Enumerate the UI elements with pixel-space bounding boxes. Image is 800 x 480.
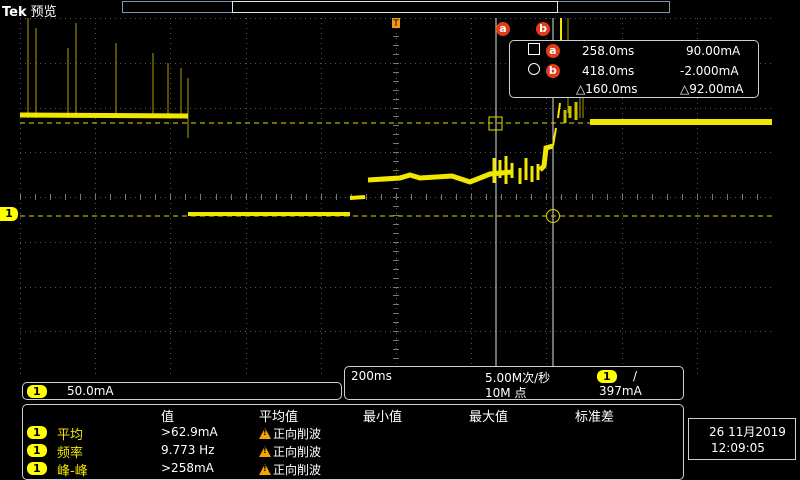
ch1-scale-panel[interactable]: 1 50.0mA <box>22 382 342 400</box>
row1-ch-badge: 1 <box>27 426 47 439</box>
row3-ch-badge: 1 <box>27 462 47 475</box>
trigger-slope-icon: / <box>633 369 638 383</box>
svg-text:T: T <box>392 19 399 29</box>
measurement-panel[interactable]: 值 平均值 最小值 最大值 标准差 1 平均 >62.9mA 正向削波 1 频率… <box>22 404 684 480</box>
cursor-a-value: 90.00mA <box>686 44 741 58</box>
cursor-b-row: b <box>528 63 560 78</box>
trigger-position-marker[interactable]: T <box>392 18 400 29</box>
trigger-level: 397mA <box>599 384 642 398</box>
row1-status-text: 正向削波 <box>273 427 322 441</box>
header-mean: 平均值 <box>259 410 299 425</box>
cursor-delta-value: △92.00mA <box>680 82 744 96</box>
datetime-panel[interactable]: 26 11月2019 12:09:05 <box>688 418 796 460</box>
row3-status-text: 正向削波 <box>273 463 322 477</box>
header-max: 最大值 <box>469 410 509 425</box>
warning-icon <box>259 428 271 439</box>
cursor-b-tag[interactable]: b <box>536 22 550 36</box>
row3-name: 峰-峰 <box>57 464 88 479</box>
cursor-a-time: 258.0ms <box>582 44 635 58</box>
date-label: 26 11月2019 <box>709 425 786 439</box>
ch1-scale-value: 50.0mA <box>67 384 114 398</box>
cursor-delta-time: △160.0ms <box>576 82 638 96</box>
row1-value: >62.9mA <box>161 425 218 439</box>
header-min: 最小值 <box>363 410 403 425</box>
time-label: 12:09:05 <box>711 441 765 455</box>
warning-icon <box>259 446 271 457</box>
header-stddev: 标准差 <box>575 410 615 425</box>
circle-icon <box>528 63 540 75</box>
row2-status-text: 正向削波 <box>273 445 322 459</box>
row1-name: 平均 <box>57 428 84 443</box>
top-bar: Tek 预览 <box>0 0 800 20</box>
cursor-b-time: 418.0ms <box>582 64 635 78</box>
cursor-a-tag-label: a <box>499 22 507 35</box>
cursor-readout-panel[interactable]: a 258.0ms 90.00mA b 418.0ms -2.000mA △16… <box>509 40 759 98</box>
cursor-a-tag[interactable]: a <box>496 22 510 36</box>
cursor-b-badge: b <box>545 64 560 78</box>
row2-name: 频率 <box>57 446 84 461</box>
ch1-ground-marker[interactable]: 1 <box>0 207 18 221</box>
row3-value: >258mA <box>161 461 214 475</box>
cursor-b-value: -2.000mA <box>680 64 739 78</box>
horizontal-trigger-panel[interactable]: 200ms 5.00M次/秒 10M 点 1 / 397mA <box>344 366 684 400</box>
trigger-source-badge: 1 <box>597 370 617 383</box>
cursor-b-tag-label: b <box>539 22 547 35</box>
record-length: 10M 点 <box>485 386 527 400</box>
cursor-a-badge: a <box>545 44 560 58</box>
header-value: 值 <box>161 410 175 425</box>
ground-marker-label: 1 <box>5 207 13 220</box>
ch1-badge: 1 <box>27 385 47 398</box>
warning-icon <box>259 464 271 475</box>
row2-status: 正向削波 <box>259 443 321 460</box>
row2-value: 9.773 Hz <box>161 443 215 457</box>
row1-status: 正向削波 <box>259 425 321 442</box>
cursor-a-row: a <box>528 43 560 58</box>
record-view-window[interactable] <box>232 1 558 13</box>
row3-status: 正向削波 <box>259 461 321 478</box>
row2-ch-badge: 1 <box>27 444 47 457</box>
square-icon <box>528 43 540 55</box>
time-per-div: 200ms <box>351 369 392 383</box>
